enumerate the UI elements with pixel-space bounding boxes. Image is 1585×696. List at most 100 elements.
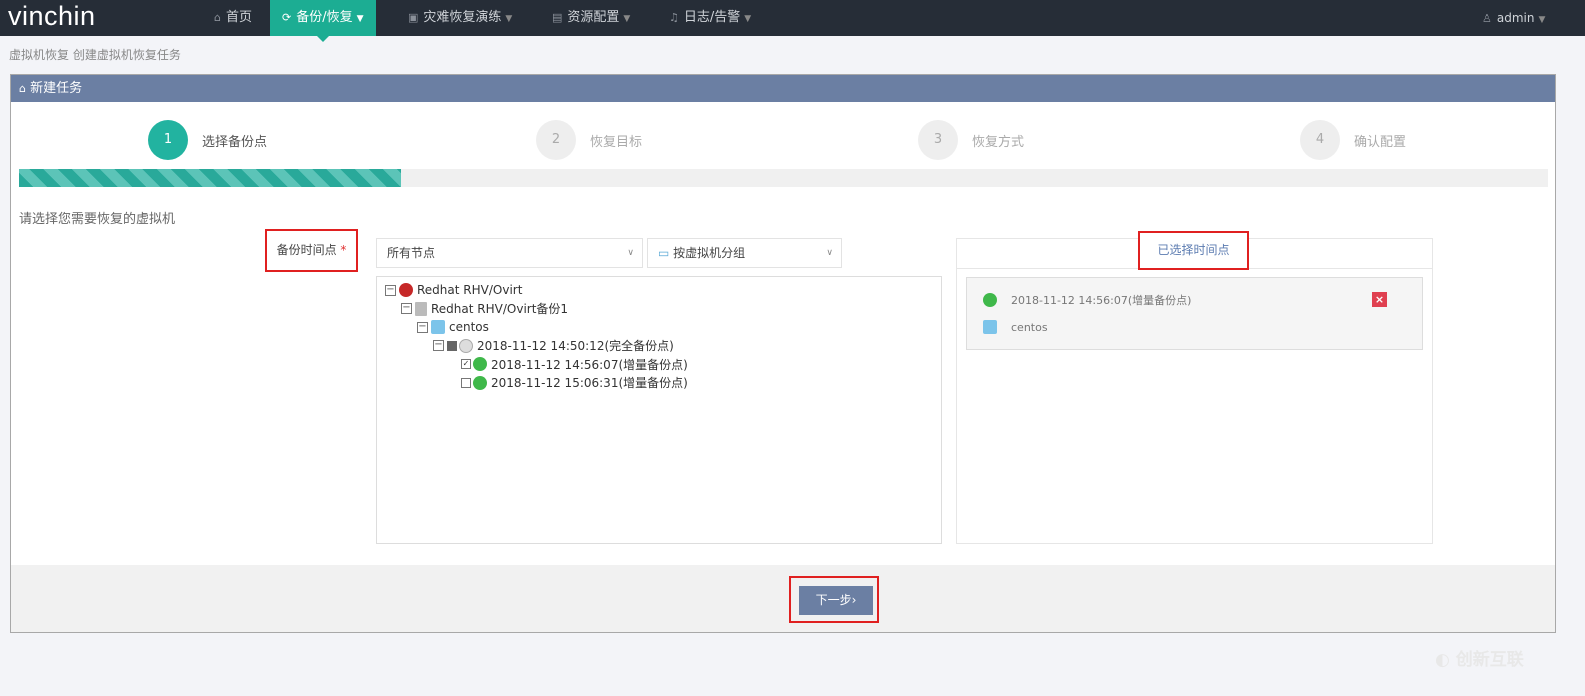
incremental-icon [473, 375, 487, 390]
node-label: Redhat RHV/Ovirt [417, 283, 523, 298]
selected-vm: centos [1011, 320, 1048, 334]
breadcrumb-section[interactable]: 虚拟机恢复 [9, 48, 69, 62]
step-label: 恢复方式 [972, 134, 1025, 150]
nav-backup-restore[interactable]: ⟳ 备份/恢复 ▼ [270, 0, 376, 42]
selected-point: 2018-11-12 14:56:07(增量备份点) [1011, 294, 1192, 307]
arrow-right-icon: › [851, 593, 857, 607]
chevron-down-icon: ▼ [623, 14, 631, 24]
panel-footer: 下一步› [11, 565, 1555, 632]
step-number: 1 [148, 120, 188, 160]
step-3: 3 恢复方式 [918, 120, 1024, 160]
chevron-down-icon: ∨ [826, 248, 833, 258]
node-label: 2018-11-12 15:06:31(增量备份点) [491, 376, 688, 391]
step-label: 确认配置 [1354, 134, 1407, 150]
step-label: 选择备份点 [202, 134, 268, 150]
step-label: 恢复目标 [590, 134, 643, 150]
nav-label: 灾难恢复演练 [423, 10, 502, 25]
group-select[interactable]: ▭ 按虚拟机分组 ∨ [647, 238, 842, 268]
node-select[interactable]: 所有节点 ∨ [376, 238, 643, 268]
incremental-icon [983, 293, 997, 307]
new-task-panel: ⌂ 新建任务 1 选择备份点 2 恢复目标 3 恢复方式 4 确认配置 请选择您需要恢复… [10, 74, 1556, 633]
panel-header: ⌂ 新建任务 [11, 75, 1555, 102]
breadcrumb: 虚拟机恢复 创建虚拟机恢复任务 [9, 46, 181, 63]
logo: vinchin [8, 1, 96, 31]
vm-icon [983, 320, 997, 334]
step-4: 4 确认配置 [1300, 120, 1406, 160]
progress-fill [19, 169, 402, 187]
collapse-icon[interactable]: − [385, 284, 396, 296]
tree-node-incremental[interactable]: 2018-11-12 15:06:31(增量备份点) [385, 374, 941, 393]
step-number: 2 [536, 120, 576, 160]
chevron-down-icon: ▼ [744, 14, 752, 24]
username: admin [1496, 11, 1535, 25]
chevron-down-icon: ▼ [356, 14, 364, 24]
nav-label: 日志/告警 [683, 10, 741, 25]
node-label: 2018-11-12 14:50:12(完全备份点) [477, 339, 674, 354]
tree-node-platform[interactable]: − Redhat RHV/Ovirt [385, 281, 941, 300]
top-navbar: vinchin ⌂ 首页 ⟳ 备份/恢复 ▼ ▣ 灾难恢复演练 ▼ ▤ 资源配置 ▼ ♫ 日志/… [0, 0, 1585, 42]
nav-label: 首页 [225, 10, 252, 25]
required-marker: * [340, 243, 347, 257]
user-icon: ♙ [1482, 12, 1492, 25]
selected-title: 已选择时间点 [1138, 231, 1249, 270]
home-icon: ⌂ [19, 82, 26, 95]
nav-resources[interactable]: ▤ 资源配置 ▼ [540, 0, 642, 36]
selected-point-row: 2018-11-12 14:56:07(增量备份点) [983, 292, 1191, 308]
backup-point-label: 备份时间点 * [265, 229, 358, 272]
vm-icon: ▭ [658, 246, 670, 260]
collapse-icon[interactable]: − [433, 340, 444, 352]
progress-bar [19, 169, 1548, 187]
node-label: 2018-11-12 14:56:07(增量备份点) [491, 357, 688, 372]
next-label: 下一步 [815, 593, 852, 607]
checkbox[interactable] [461, 377, 471, 388]
checkbox-checked[interactable]: ✓ [461, 359, 471, 370]
selected-vm-row: centos [983, 320, 1048, 334]
refresh-icon: ⟳ [282, 11, 292, 24]
partial-checkbox[interactable] [447, 340, 457, 351]
node-label: Redhat RHV/Ovirt备份1 [431, 302, 569, 317]
chevron-down-icon: ∨ [627, 248, 634, 258]
nav-home[interactable]: ⌂ 首页 [202, 0, 264, 36]
panel-title: 新建任务 [30, 81, 83, 96]
nav-logs[interactable]: ♫ 日志/告警 ▼ [657, 0, 763, 36]
select-value: 按虚拟机分组 [673, 246, 746, 260]
vm-icon [431, 320, 445, 335]
breadcrumb-page: 创建虚拟机恢复任务 [72, 48, 181, 62]
step-1: 1 选择备份点 [148, 120, 267, 160]
drill-icon: ▣ [408, 11, 419, 24]
tree-node-full-backup[interactable]: − 2018-11-12 14:50:12(完全备份点) [385, 337, 941, 356]
remove-icon[interactable]: × [1372, 292, 1387, 307]
select-value: 所有节点 [387, 246, 436, 260]
user-menu[interactable]: ♙ admin ▼ [1470, 0, 1557, 36]
instruction-text: 请选择您需要恢复的虚拟机 [19, 212, 176, 227]
chevron-down-icon: ▼ [1538, 15, 1546, 25]
redhat-icon [399, 283, 413, 298]
storage-icon [415, 301, 427, 316]
step-2: 2 恢复目标 [536, 120, 642, 160]
chevron-down-icon: ▼ [505, 14, 513, 24]
collapse-icon[interactable]: − [417, 321, 428, 333]
tree-node-host[interactable]: − Redhat RHV/Ovirt备份1 [385, 300, 941, 319]
selected-item: 2018-11-12 14:56:07(增量备份点) centos × [966, 277, 1423, 350]
label-text: 备份时间点 [276, 243, 337, 257]
incremental-icon [473, 357, 487, 372]
watermark: ◐ 创新互联 [1435, 650, 1524, 670]
backup-tree: − Redhat RHV/Ovirt − Redhat RHV/Ovirt备份1 −… [376, 276, 942, 544]
nav-label: 资源配置 [567, 10, 620, 25]
nav-label: 备份/恢复 [296, 10, 353, 25]
selected-points-panel: 已选择时间点 2018-11-12 14:56:07(增量备份点) centos… [956, 231, 1433, 544]
node-label: centos [449, 320, 489, 335]
tree-node-vm[interactable]: − centos [385, 318, 941, 337]
next-button[interactable]: 下一步› [799, 586, 873, 615]
selected-header: 已选择时间点 [957, 231, 1432, 270]
next-button-highlight: 下一步› [789, 576, 879, 623]
step-number: 4 [1300, 120, 1340, 160]
nav-dr-drill[interactable]: ▣ 灾难恢复演练 ▼ [396, 0, 524, 36]
collapse-icon[interactable]: − [401, 303, 412, 315]
bell-icon: ♫ [669, 11, 679, 24]
clock-icon [459, 338, 473, 353]
home-icon: ⌂ [214, 11, 221, 24]
tree-node-incremental[interactable]: ✓ 2018-11-12 14:56:07(增量备份点) [385, 355, 941, 374]
step-number: 3 [918, 120, 958, 160]
server-icon: ▤ [552, 11, 563, 24]
